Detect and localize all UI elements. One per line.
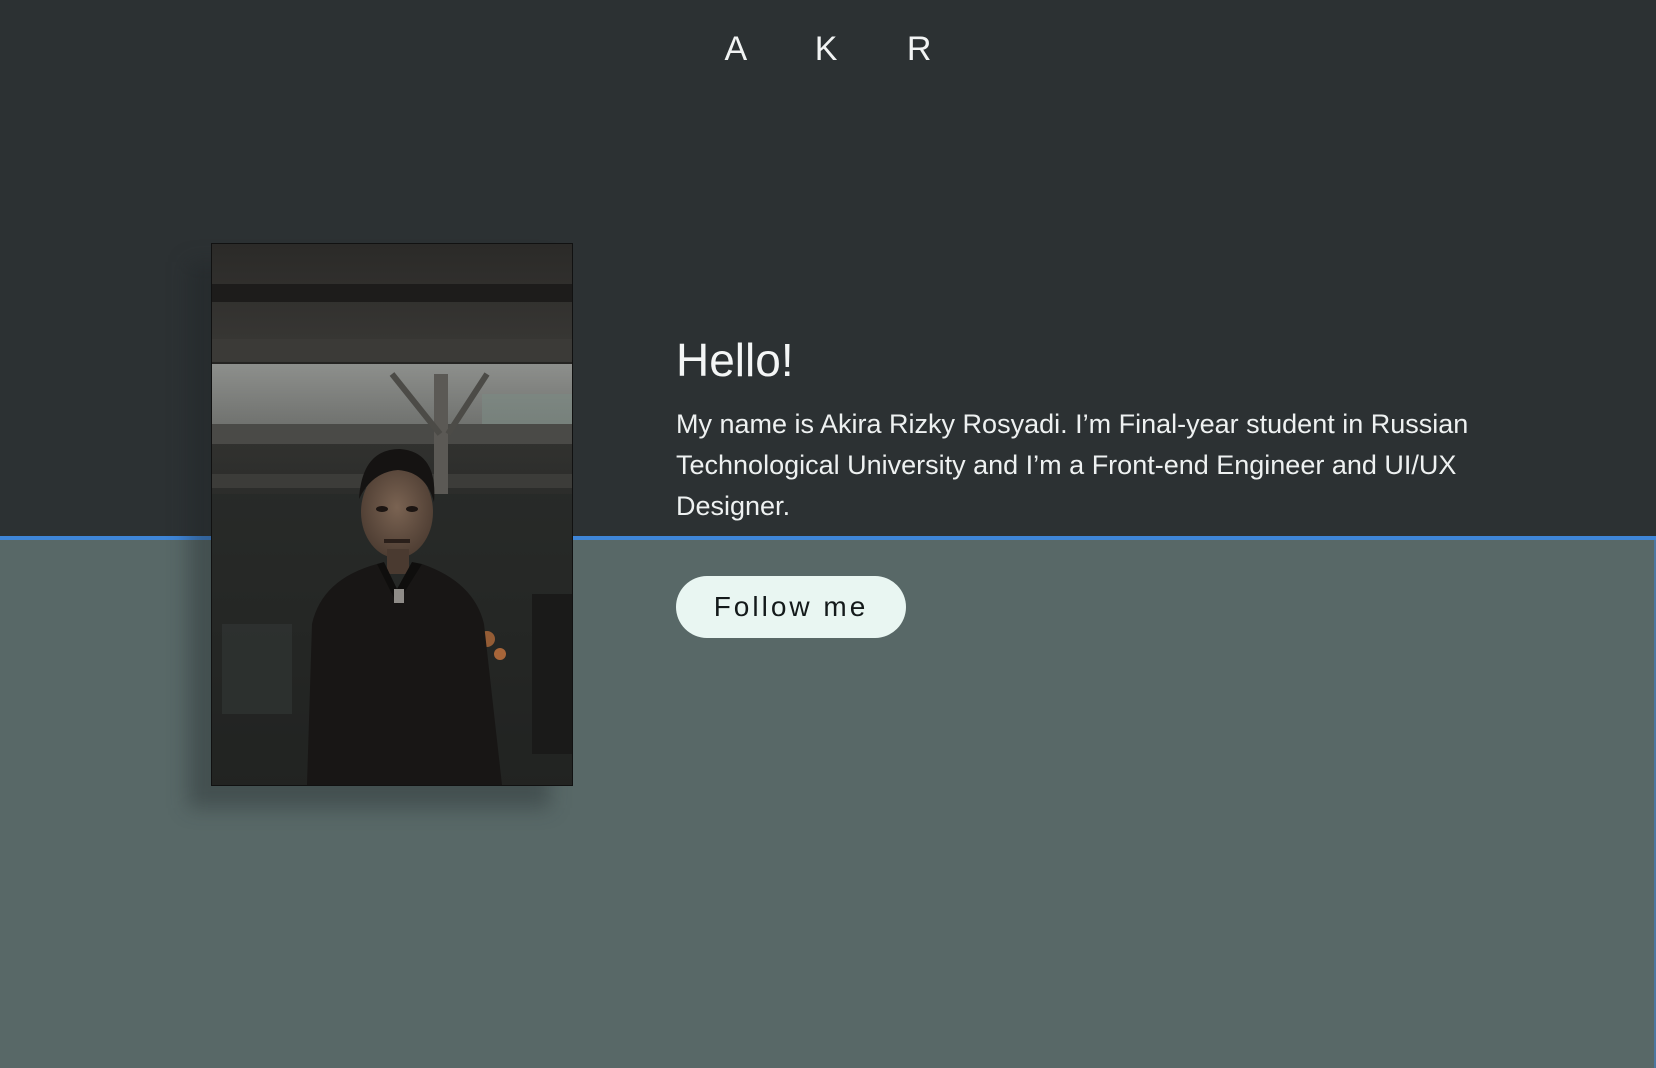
hero-description: My name is Akira Rizky Rosyadi. I’m Fina… [676, 409, 1469, 521]
follow-me-button[interactable]: Follow me [676, 576, 906, 638]
site-logo[interactable]: A K R [0, 30, 1656, 69]
portrait-photo [211, 243, 573, 786]
hero-content: Hello! My name is Akira Rizky Rosyadi. I… [676, 330, 1516, 527]
hero-title: Hello! [676, 334, 794, 386]
